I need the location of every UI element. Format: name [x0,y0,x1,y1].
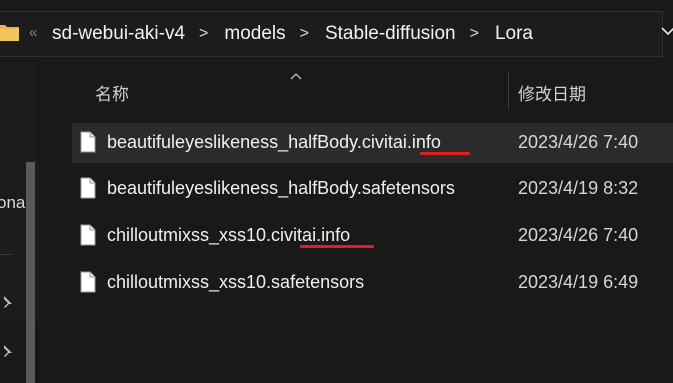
breadcrumb: sd-webui-aki-v4 > models > Stable-diffus… [50,22,535,46]
file-row[interactable] [72,309,673,321]
nav-divider [0,254,12,255]
file-name[interactable]: beautifuleyeslikeness_halfBody.safetenso… [107,178,455,199]
annotation-underline [420,152,470,155]
file-row[interactable]: beautifuleyeslikeness_halfBody.safetenso… [72,169,673,209]
file-modified-date: 2023/4/26 7:40 [518,225,639,245]
column-divider[interactable] [508,72,509,110]
pin-icon[interactable] [0,344,13,357]
file-row[interactable]: chilloutmixss_xss10.safetensors 2023/4/1… [72,263,673,303]
breadcrumb-item-stable-diffusion[interactable]: Stable-diffusion [323,23,458,45]
file-icon [80,224,96,246]
breadcrumb-item-lora[interactable]: Lora [493,23,535,45]
column-header-name[interactable]: 名称 [95,80,129,105]
file-row[interactable]: chilloutmixss_xss10.civitai.info 2023/4/… [72,216,673,256]
file-modified-date: 2023/4/19 8:32 [518,178,639,198]
nav-scrollbar[interactable] [26,162,35,383]
file-modified-date: 2023/4/26 7:40 [518,132,639,152]
nav-item-label[interactable]: ona [0,193,25,213]
folder-icon [0,25,19,41]
breadcrumb-overflow-icon[interactable]: « [29,23,37,43]
navigation-pane: ona [0,62,38,383]
column-header-date[interactable]: 修改日期 [518,80,586,105]
file-name[interactable]: chilloutmixss_xss10.civitai.info [107,225,350,246]
breadcrumb-item-root[interactable]: sd-webui-aki-v4 [50,23,187,45]
file-name[interactable]: beautifuleyeslikeness_halfBody.civitai.i… [107,132,441,153]
pin-icon[interactable] [0,295,13,308]
sort-ascending-icon[interactable] [290,72,302,80]
address-bar[interactable]: « sd-webui-aki-v4 > models > Stable-diff… [0,0,673,62]
file-row[interactable]: beautifuleyeslikeness_halfBody.civitai.i… [72,123,673,163]
file-name[interactable]: chilloutmixss_xss10.safetensors [107,272,364,293]
breadcrumb-separator-icon[interactable]: > [199,25,208,43]
breadcrumb-separator-icon[interactable]: > [300,25,309,43]
file-icon [80,131,96,153]
breadcrumb-item-models[interactable]: models [222,23,287,45]
file-icon [80,271,96,293]
annotation-underline [300,245,374,248]
chevron-down-icon[interactable] [661,24,673,38]
file-icon [80,177,96,199]
breadcrumb-separator-icon[interactable]: > [470,25,479,43]
file-modified-date: 2023/4/19 6:49 [518,272,639,292]
